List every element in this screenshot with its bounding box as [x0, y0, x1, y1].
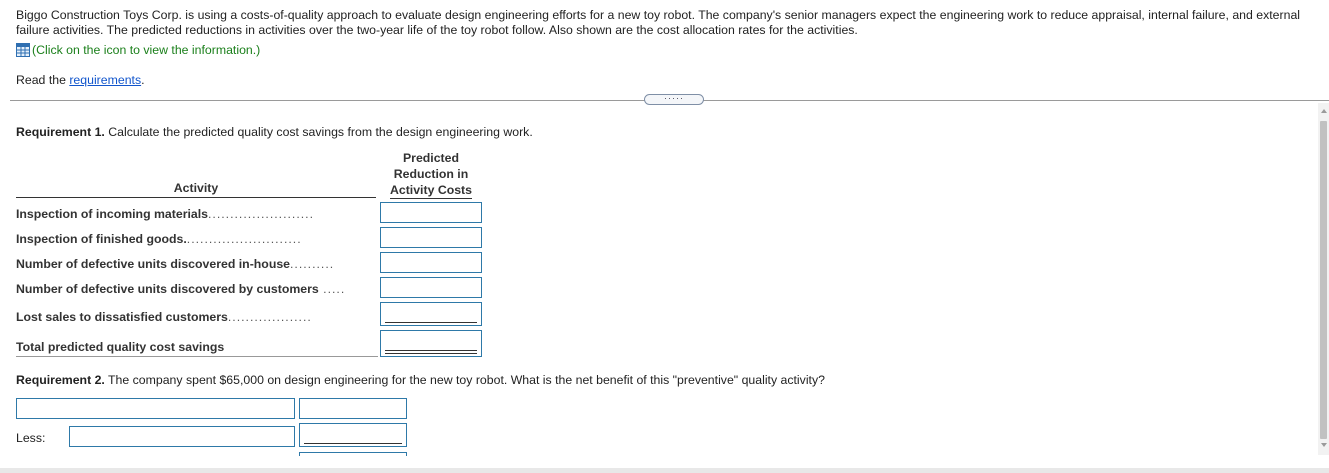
expand-more-button[interactable]: ····· [644, 94, 704, 105]
bottom-edge [0, 468, 1329, 473]
activity-label: Inspection of incoming materials [16, 207, 209, 221]
requirements-link[interactable]: requirements [69, 73, 141, 87]
inspection-finished-input[interactable] [380, 227, 482, 248]
scroll-up-icon[interactable] [1321, 109, 1327, 113]
vertical-scrollbar[interactable] [1318, 103, 1329, 455]
total-label: Total predicted quality cost savings [16, 340, 225, 354]
activity-label: Number of defective units discovered by … [16, 282, 319, 296]
benefit-amount-input[interactable] [299, 398, 407, 419]
benefit-label-input[interactable] [16, 398, 295, 419]
header-line-1: Predicted [402, 151, 460, 165]
requirement-1-prompt: Requirement 1. Calculate the predicted q… [16, 125, 533, 139]
leader-dots: ..... [318, 282, 346, 296]
read-prefix: Read the [16, 73, 70, 87]
requirement-1-label: Requirement 1. [16, 125, 105, 139]
requirement-2-text: The company spent $65,000 on design engi… [104, 373, 825, 387]
leader-dots: .......... [290, 257, 335, 271]
defective-customers-input[interactable] [380, 277, 482, 298]
read-suffix: . [141, 73, 145, 87]
requirement-1-text: Calculate the predicted quality cost sav… [104, 125, 533, 139]
activity-row-label: Lost sales to dissatisfied customers....… [16, 310, 378, 326]
activity-row-label: Number of defective units discovered in-… [16, 257, 378, 273]
next-input-partial[interactable] [299, 452, 407, 456]
leader-dots: ................... [227, 310, 312, 324]
predicted-reduction-header: Predicted Reduction in Activity Costs [380, 150, 482, 199]
header-line-2: Reduction in [393, 167, 469, 181]
total-row-label: Total predicted quality cost savings [16, 340, 378, 356]
inspection-incoming-input[interactable] [380, 202, 482, 223]
activity-row-label: Inspection of finished goods............… [16, 232, 378, 248]
requirement-2-label: Requirement 2. [16, 373, 105, 387]
defective-inhouse-input[interactable] [380, 252, 482, 273]
data-table-icon[interactable] [16, 43, 30, 57]
problem-intro: Biggo Construction Toys Corp. is using a… [16, 8, 1301, 37]
activity-label: Inspection of finished goods. [16, 232, 187, 246]
scroll-down-icon[interactable] [1321, 443, 1327, 447]
leader-dots: ........................ [208, 207, 315, 221]
read-requirements-row: Read the requirements. [16, 73, 145, 87]
total-savings-input[interactable] [380, 330, 482, 357]
activity-row-label: Number of defective units discovered by … [16, 282, 378, 298]
activity-label: Lost sales to dissatisfied customers [16, 310, 228, 324]
leader-dots: .......................... [186, 232, 302, 246]
view-information-link[interactable]: (Click on the icon to view the informati… [32, 43, 260, 57]
activity-header: Activity [16, 181, 376, 198]
header-line-3: Activity Costs [389, 183, 472, 199]
less-label: Less: [16, 431, 46, 445]
total-underline [16, 356, 378, 357]
lost-sales-input[interactable] [380, 302, 482, 326]
activity-row-label: Inspection of incoming materials........… [16, 207, 378, 223]
less-amount-input[interactable] [299, 423, 407, 447]
requirement-2-prompt: Requirement 2. The company spent $65,000… [16, 373, 825, 387]
scroll-thumb[interactable] [1320, 121, 1327, 439]
info-link-row[interactable]: (Click on the icon to view the informati… [16, 43, 260, 57]
activity-label: Number of defective units discovered in-… [16, 257, 291, 271]
less-label-input[interactable] [69, 426, 295, 447]
